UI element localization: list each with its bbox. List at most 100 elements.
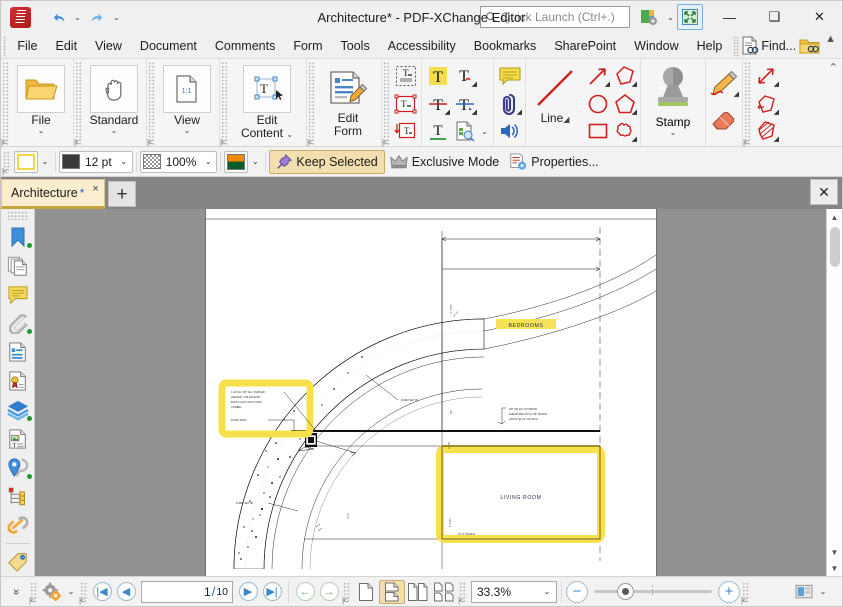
fill-color-button[interactable] — [14, 150, 38, 173]
polygon-tool-button[interactable]: ◢ — [611, 63, 638, 89]
find-button[interactable]: Find... — [741, 36, 796, 56]
cloud-submenu-caret[interactable]: ◢ — [632, 135, 637, 143]
single-page-layout-button[interactable] — [353, 580, 379, 604]
document-settings-caret[interactable]: ⌄ — [64, 587, 78, 596]
scroll-up-button[interactable]: ▲ — [827, 209, 843, 225]
file-attachment-button[interactable]: ◢ — [496, 91, 523, 117]
pentagon-submenu-caret[interactable]: ◢ — [632, 108, 637, 116]
pentagon-tool-button[interactable]: ◢ — [611, 91, 638, 117]
sidebar-item-destinations[interactable] — [2, 454, 34, 482]
menu-file[interactable]: File — [8, 36, 46, 56]
close-document-button[interactable]: ✕ — [810, 179, 838, 205]
menu-bookmarks[interactable]: Bookmarks — [465, 36, 546, 56]
properties-toolbar-grip[interactable] — [2, 150, 11, 176]
fullscreen-button[interactable] — [677, 4, 703, 30]
minimize-button[interactable]: — — [707, 1, 752, 33]
theme-caret[interactable]: ⌄ — [664, 4, 677, 30]
scrollbar-thumb[interactable] — [829, 227, 840, 267]
navpane-grip[interactable] — [6, 211, 29, 220]
sidebar-item-content[interactable]: T — [2, 425, 34, 453]
document-settings-button[interactable] — [40, 580, 64, 604]
document-vertical-scrollbar[interactable]: ▲ ▼ ▼ — [826, 209, 842, 576]
next-view-button[interactable]: → — [317, 580, 341, 604]
next-page-button[interactable]: ▶ — [236, 580, 260, 604]
sidebar-item-attachments[interactable] — [2, 309, 34, 337]
menu-document[interactable]: Document — [131, 36, 206, 56]
squiggly-submenu-caret[interactable]: ◢ — [472, 80, 477, 88]
eraser-tool-button[interactable] — [708, 105, 740, 135]
fill-color-caret[interactable]: ⌄ — [38, 157, 52, 166]
document-tab-close-button[interactable]: × — [92, 183, 98, 195]
zoom-level-select[interactable]: 33.3% ⌄ — [471, 580, 557, 603]
properties-button[interactable]: Properties... — [504, 150, 603, 174]
statusbar-grip-2[interactable] — [79, 581, 88, 605]
distance-measure-button[interactable]: ◢ — [753, 63, 780, 89]
last-page-button[interactable]: ▶| — [260, 580, 284, 604]
menu-accessibility[interactable]: Accessibility — [379, 36, 465, 56]
zoom-out-button[interactable]: − — [566, 580, 588, 603]
menu-edit[interactable]: Edit — [47, 36, 87, 56]
sidebar-item-fields[interactable] — [2, 338, 34, 366]
polygon-submenu-caret[interactable]: ◢ — [632, 80, 637, 88]
markup-overflow-caret[interactable]: ⌄ — [478, 118, 491, 144]
menu-window[interactable]: Window — [625, 36, 687, 56]
sidebar-item-thumbnails[interactable] — [2, 252, 34, 280]
underline-button[interactable]: T ◢ — [451, 91, 478, 117]
ellipse-tool-button[interactable] — [584, 91, 611, 117]
sidebar-item-links[interactable] — [2, 511, 34, 539]
find-toolbar-grip[interactable] — [733, 35, 740, 56]
edit-form-button[interactable]: Edit Form — [316, 61, 380, 146]
view-group-grip[interactable] — [147, 61, 155, 147]
previous-page-button[interactable]: ◀ — [114, 580, 138, 604]
new-tab-button[interactable]: + — [108, 181, 136, 207]
text-box-button[interactable]: T — [392, 91, 419, 117]
keep-selected-toggle[interactable]: Keep Selected — [269, 149, 385, 174]
sidebar-item-signatures[interactable] — [2, 367, 34, 395]
line-tool-button[interactable]: Line◢ — [527, 61, 583, 146]
edit-content-button[interactable]: T Edit Content ⌄ — [229, 61, 305, 146]
redo-history-caret[interactable]: ⌄ — [110, 4, 123, 30]
cloud-tool-button[interactable]: ◢ — [611, 118, 638, 144]
redo-button[interactable] — [84, 4, 110, 30]
statusbar-grip-4[interactable] — [458, 581, 467, 605]
view-button[interactable]: 1:1 View ⌄ — [156, 61, 218, 146]
search-folder-button[interactable] — [799, 36, 821, 56]
area-submenu-caret[interactable]: ◢ — [774, 135, 779, 143]
strikeout-submenu-caret[interactable]: ◢ — [445, 108, 450, 116]
strikeout-button[interactable]: T ◢ — [424, 91, 451, 117]
sidebar-item-comments[interactable] — [2, 281, 34, 309]
stamp-caret[interactable]: ⌄ — [670, 129, 677, 137]
sidebar-item-tags[interactable] — [2, 547, 34, 575]
document-tab-architecture[interactable]: Architecture * × — [1, 179, 105, 209]
statusbar-grip-1[interactable] — [29, 581, 38, 605]
sidebar-item-structure[interactable] — [2, 483, 34, 511]
pdf-page[interactable]: BEDROOMS LIVING ROOM 1 3/4"x11 7/8" SCL … — [205, 209, 656, 576]
zoom-in-button[interactable]: + — [718, 580, 740, 603]
page-number-input[interactable]: 1/10 — [141, 580, 233, 603]
attachment-submenu-caret[interactable]: ◢ — [517, 108, 522, 116]
sidebar-item-layers[interactable] — [2, 396, 34, 424]
highlight-text-button[interactable]: T — [424, 63, 451, 89]
file-group-grip[interactable] — [1, 61, 9, 147]
exclusive-mode-button[interactable]: Exclusive Mode — [385, 150, 505, 174]
standard-button[interactable]: Standard ⌄ — [83, 61, 145, 146]
pencil-tool-button[interactable]: ◢ — [708, 69, 740, 99]
blend-color-caret[interactable]: ⌄ — [248, 157, 262, 166]
two-page-layout-button[interactable] — [405, 580, 431, 604]
area-measure-button[interactable]: ◢ — [753, 118, 780, 144]
text-field-dotted-button[interactable]: T — [392, 63, 419, 89]
rectangle-tool-button[interactable] — [584, 118, 611, 144]
sticky-note-button[interactable] — [496, 63, 523, 89]
text-fields-grip[interactable] — [382, 61, 390, 147]
menubar-grip[interactable] — [3, 35, 7, 56]
pencil-submenu-caret[interactable]: ◢ — [734, 90, 739, 98]
maximize-button[interactable]: ❑ — [752, 1, 797, 33]
squiggly-underline-button[interactable]: T ◢ — [451, 63, 478, 89]
file-button[interactable]: File ⌄ — [10, 61, 72, 146]
scroll-next-page-button[interactable]: ▼ — [827, 560, 843, 576]
zoom-select-caret[interactable]: ⌄ — [540, 587, 554, 596]
underline-submenu-caret[interactable]: ◢ — [472, 108, 477, 116]
review-checklist-button[interactable] — [451, 118, 478, 144]
display-mode-caret[interactable]: ⌄ — [816, 587, 830, 596]
document-viewport[interactable]: BEDROOMS LIVING ROOM 1 3/4"x11 7/8" SCL … — [35, 209, 826, 576]
